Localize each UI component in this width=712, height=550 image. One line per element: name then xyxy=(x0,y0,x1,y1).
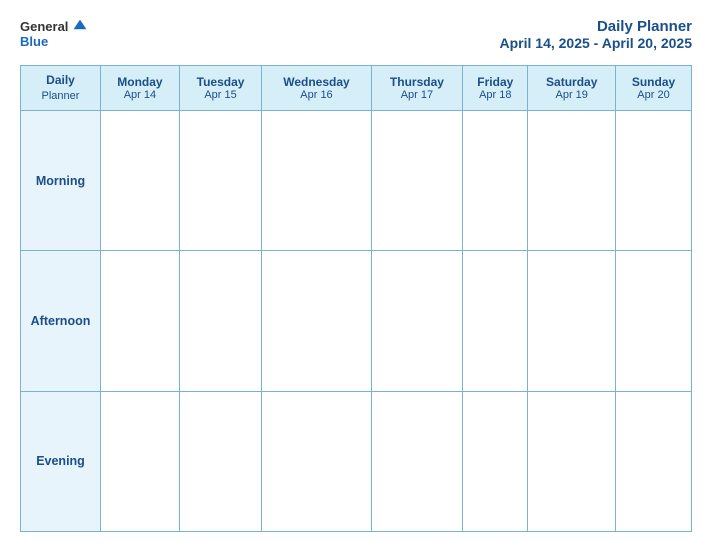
col-date: Apr 14 xyxy=(105,89,175,101)
col-dayname: Wednesday xyxy=(266,75,366,89)
header-label-line2: Planner xyxy=(25,89,96,104)
col-date: Apr 16 xyxy=(266,89,366,101)
header-col-thursday: ThursdayApr 17 xyxy=(371,66,462,111)
cell-afternoon-monday xyxy=(101,251,180,391)
table-row: Morning xyxy=(21,111,692,251)
header-col-friday: FridayApr 18 xyxy=(463,66,528,111)
cell-evening-sunday xyxy=(616,391,692,531)
cell-afternoon-tuesday xyxy=(179,251,261,391)
cell-morning-friday xyxy=(463,111,528,251)
logo-icon xyxy=(72,18,88,34)
logo-area: General Blue xyxy=(20,18,88,49)
row-label-morning: Morning xyxy=(21,111,101,251)
cell-evening-saturday xyxy=(528,391,616,531)
col-dayname: Thursday xyxy=(376,75,458,89)
planner-date-range: April 14, 2025 - April 20, 2025 xyxy=(500,35,692,51)
header-col-sunday: SundayApr 20 xyxy=(616,66,692,111)
cell-afternoon-wednesday xyxy=(262,251,371,391)
col-date: Apr 17 xyxy=(376,89,458,101)
col-dayname: Monday xyxy=(105,75,175,89)
header-label-line1: Daily xyxy=(25,72,96,89)
header-col-wednesday: WednesdayApr 16 xyxy=(262,66,371,111)
table-row: Evening xyxy=(21,391,692,531)
table-header-row: Daily Planner MondayApr 14TuesdayApr 15W… xyxy=(21,66,692,111)
col-date: Apr 18 xyxy=(467,89,523,101)
header-col-saturday: SaturdayApr 19 xyxy=(528,66,616,111)
cell-morning-monday xyxy=(101,111,180,251)
header-col-monday: MondayApr 14 xyxy=(101,66,180,111)
title-area: Daily Planner April 14, 2025 - April 20,… xyxy=(500,18,692,51)
col-dayname: Sunday xyxy=(620,75,687,89)
header-col-tuesday: TuesdayApr 15 xyxy=(179,66,261,111)
cell-morning-sunday xyxy=(616,111,692,251)
cell-morning-thursday xyxy=(371,111,462,251)
logo-blue-text: Blue xyxy=(20,34,48,49)
row-label-evening: Evening xyxy=(21,391,101,531)
cell-evening-friday xyxy=(463,391,528,531)
logo: General xyxy=(20,18,88,34)
col-dayname: Friday xyxy=(467,75,523,89)
table-row: Afternoon xyxy=(21,251,692,391)
header: General Blue Daily Planner April 14, 202… xyxy=(20,18,692,51)
planner-title: Daily Planner xyxy=(500,18,692,35)
cell-evening-tuesday xyxy=(179,391,261,531)
cell-evening-monday xyxy=(101,391,180,531)
col-date: Apr 15 xyxy=(184,89,257,101)
header-label-cell: Daily Planner xyxy=(21,66,101,111)
col-dayname: Tuesday xyxy=(184,75,257,89)
cell-afternoon-friday xyxy=(463,251,528,391)
col-dayname: Saturday xyxy=(532,75,611,89)
col-date: Apr 19 xyxy=(532,89,611,101)
cell-afternoon-sunday xyxy=(616,251,692,391)
row-label-afternoon: Afternoon xyxy=(21,251,101,391)
cell-afternoon-saturday xyxy=(528,251,616,391)
cell-morning-wednesday xyxy=(262,111,371,251)
cell-evening-thursday xyxy=(371,391,462,531)
col-date: Apr 20 xyxy=(620,89,687,101)
planner-table: Daily Planner MondayApr 14TuesdayApr 15W… xyxy=(20,65,692,532)
cell-morning-tuesday xyxy=(179,111,261,251)
cell-morning-saturday xyxy=(528,111,616,251)
cell-evening-wednesday xyxy=(262,391,371,531)
cell-afternoon-thursday xyxy=(371,251,462,391)
logo-general-text: General xyxy=(20,19,68,34)
